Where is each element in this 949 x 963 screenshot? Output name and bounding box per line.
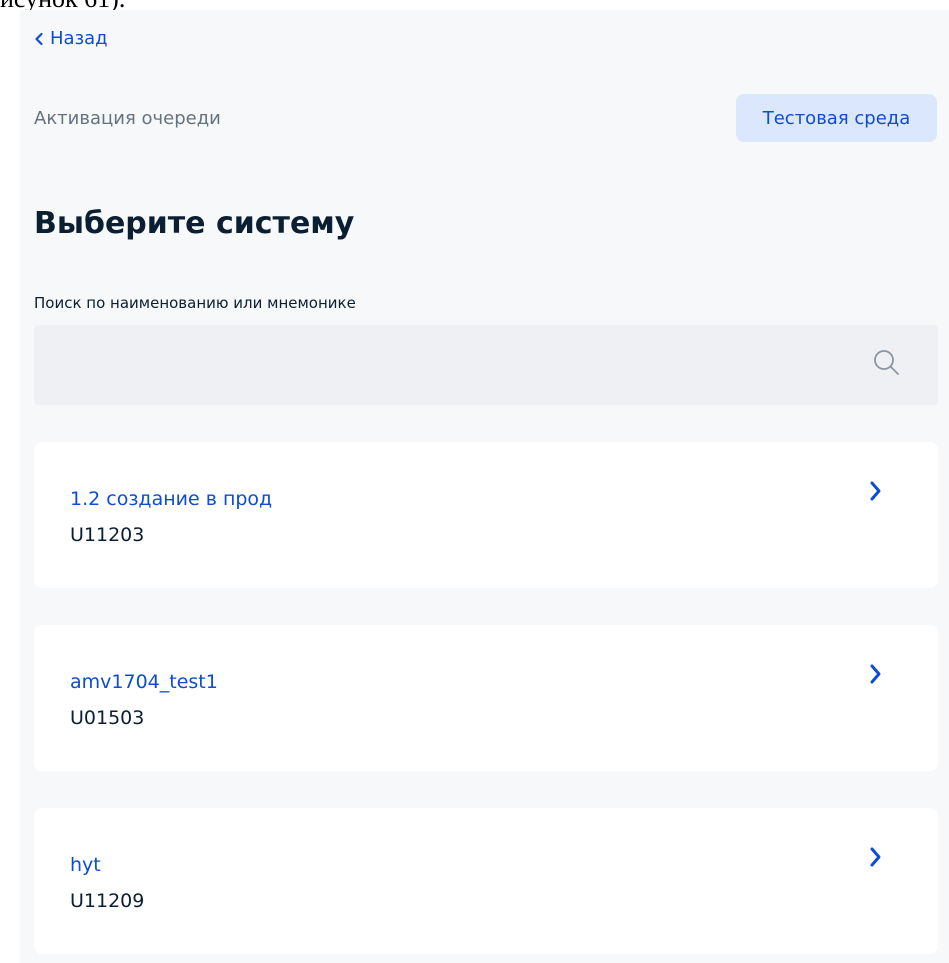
- system-code: U01503: [70, 707, 145, 729]
- queue-title: Активация очереди: [34, 108, 221, 129]
- system-name: hyt: [70, 854, 101, 876]
- search-input[interactable]: [34, 325, 938, 405]
- search-label: Поиск по наименованию или мнемонике: [34, 294, 356, 312]
- system-name: amv1704_test1: [70, 671, 218, 693]
- chevron-right-icon: [866, 844, 886, 870]
- chevron-right-icon: [866, 478, 886, 504]
- search-field[interactable]: [34, 325, 938, 405]
- page-title: Выберите систему: [34, 206, 355, 241]
- search-icon[interactable]: [867, 343, 907, 383]
- system-code: U11209: [70, 890, 145, 912]
- back-link[interactable]: Назад: [34, 28, 108, 49]
- system-name: 1.2 создание в прод: [70, 488, 273, 510]
- chevron-right-icon: [866, 661, 886, 687]
- system-code: U11203: [70, 524, 145, 546]
- system-card[interactable]: 1.2 создание в прод U11203: [34, 442, 938, 588]
- back-link-label: Назад: [50, 28, 108, 49]
- environment-badge: Тестовая среда: [736, 94, 937, 142]
- chevron-left-icon: [34, 32, 44, 46]
- system-card[interactable]: amv1704_test1 U01503: [34, 625, 938, 771]
- system-card[interactable]: hyt U11209: [34, 808, 938, 954]
